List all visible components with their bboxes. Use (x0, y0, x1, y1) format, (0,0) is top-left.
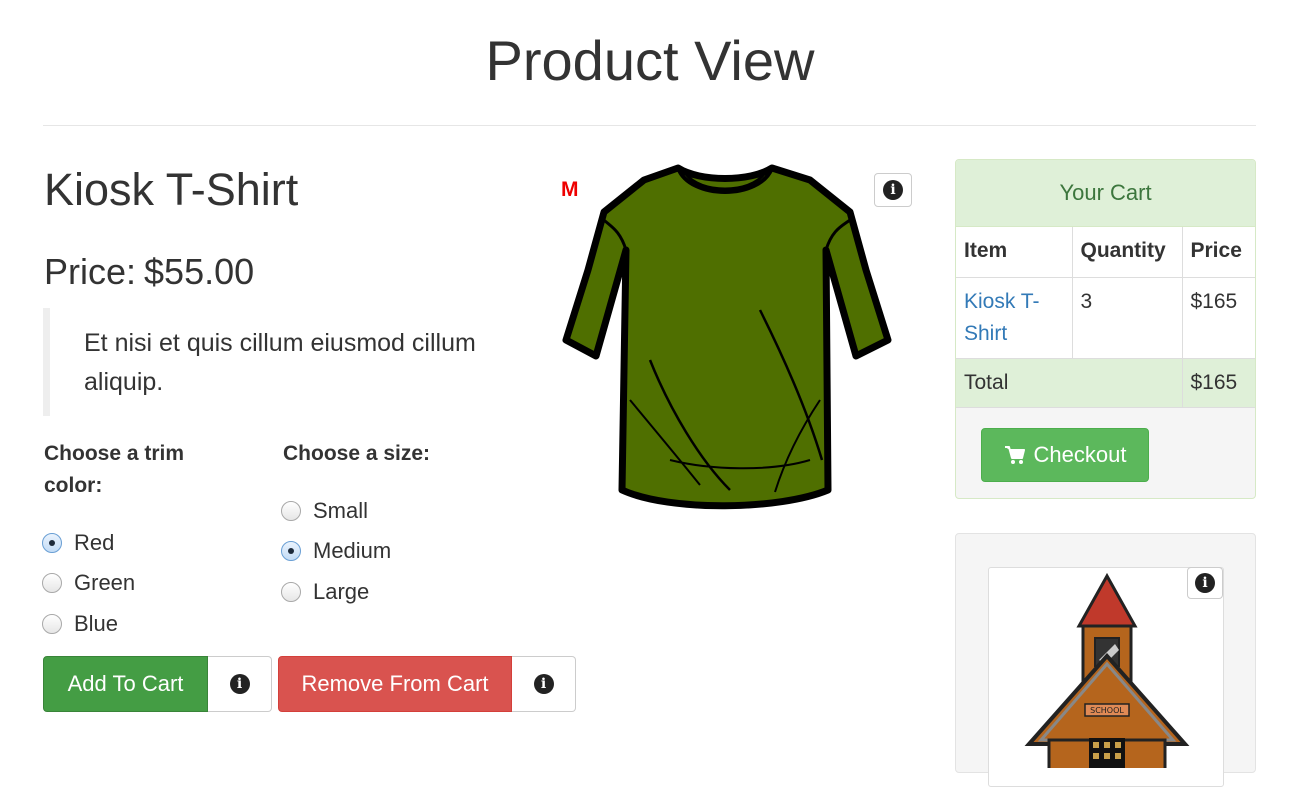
size-title: Choose a size: (283, 442, 431, 465)
cart-header-row: Item Quantity Price (956, 227, 1255, 278)
total-value: $165 (1181, 357, 1255, 408)
radio-button[interactable] (42, 573, 62, 593)
trim-option-blue[interactable]: Blue (42, 609, 118, 639)
add-to-cart-group: Add To Cart i (43, 656, 272, 712)
product-image-info-button[interactable]: i (874, 173, 912, 207)
checkout-button[interactable]: Checkout (981, 428, 1149, 482)
trim-option-label: Blue (74, 611, 119, 636)
promo-card[interactable]: SCHOOL (988, 567, 1224, 787)
column-header-quantity: Quantity (1071, 227, 1183, 278)
cart-table: Item Quantity Price Kiosk T-Shirt 3 $165… (956, 227, 1255, 408)
table-row: Kiosk T-Shirt 3 $165 (956, 276, 1255, 359)
info-icon: i (883, 180, 903, 200)
cart-panel: Your Cart Item Quantity Price Kiosk T-Sh… (955, 159, 1256, 499)
product-name: Kiosk T-Shirt (44, 164, 299, 215)
trim-option-label: Red (74, 530, 115, 555)
tshirt-body (562, 164, 892, 510)
size-option-small[interactable]: Small (281, 496, 368, 526)
description-text: Et nisi et quis cillum eiusmod cillum al… (84, 329, 476, 396)
radio-button[interactable] (42, 614, 62, 634)
info-icon: i (1195, 573, 1215, 593)
size-option-label: Medium (313, 538, 392, 563)
radio-button[interactable] (281, 501, 301, 521)
total-label: Total (956, 357, 1183, 408)
cart-icon (1004, 446, 1025, 464)
tshirt-image (562, 164, 892, 510)
cart-total-row: Total $165 (956, 357, 1255, 408)
checkout-label: Checkout (1033, 442, 1127, 467)
size-option-label: Large (313, 579, 370, 604)
product-description: Et nisi et quis cillum eiusmod cillum al… (43, 308, 493, 416)
price-value: $55.00 (144, 251, 255, 292)
remove-from-cart-button[interactable]: Remove From Cart (278, 656, 512, 712)
product-price: Price: $55.00 (44, 251, 254, 293)
trim-option-label: Green (74, 570, 136, 595)
add-to-cart-button[interactable]: Add To Cart (43, 656, 208, 712)
column-header-price: Price (1181, 227, 1255, 278)
size-option-medium[interactable]: Medium (281, 536, 391, 566)
radio-button[interactable] (281, 541, 301, 561)
column-header-item: Item (956, 227, 1073, 278)
remove-from-cart-group: Remove From Cart i (278, 656, 576, 712)
radio-button[interactable] (281, 582, 301, 602)
info-icon: i (229, 674, 250, 694)
school-sign: SCHOOL (1090, 706, 1124, 715)
info-icon: i (533, 674, 554, 694)
promo-panel: SCHOOL i (955, 533, 1256, 787)
cart-item-link[interactable]: Kiosk T-Shirt (964, 290, 1039, 345)
remove-from-cart-info-button[interactable]: i (512, 656, 576, 712)
cart-item-cell: Kiosk T-Shirt (956, 276, 1073, 359)
cart-heading: Your Cart (956, 160, 1255, 227)
cart-quantity-cell: 3 (1071, 276, 1183, 359)
trim-color-title: Choose a trim color: (44, 442, 185, 497)
promo-info-button[interactable]: i (1187, 567, 1223, 599)
size-option-label: Small (313, 498, 369, 523)
trim-option-red[interactable]: Red (42, 528, 114, 558)
add-to-cart-info-button[interactable]: i (208, 656, 272, 712)
size-option-large[interactable]: Large (281, 577, 369, 607)
cart-price-cell: $165 (1181, 276, 1255, 359)
price-label: Price: (44, 251, 137, 292)
trim-option-green[interactable]: Green (42, 568, 135, 598)
radio-button[interactable] (42, 533, 62, 553)
title-divider (43, 125, 1256, 126)
page-title: Product View (485, 29, 815, 92)
